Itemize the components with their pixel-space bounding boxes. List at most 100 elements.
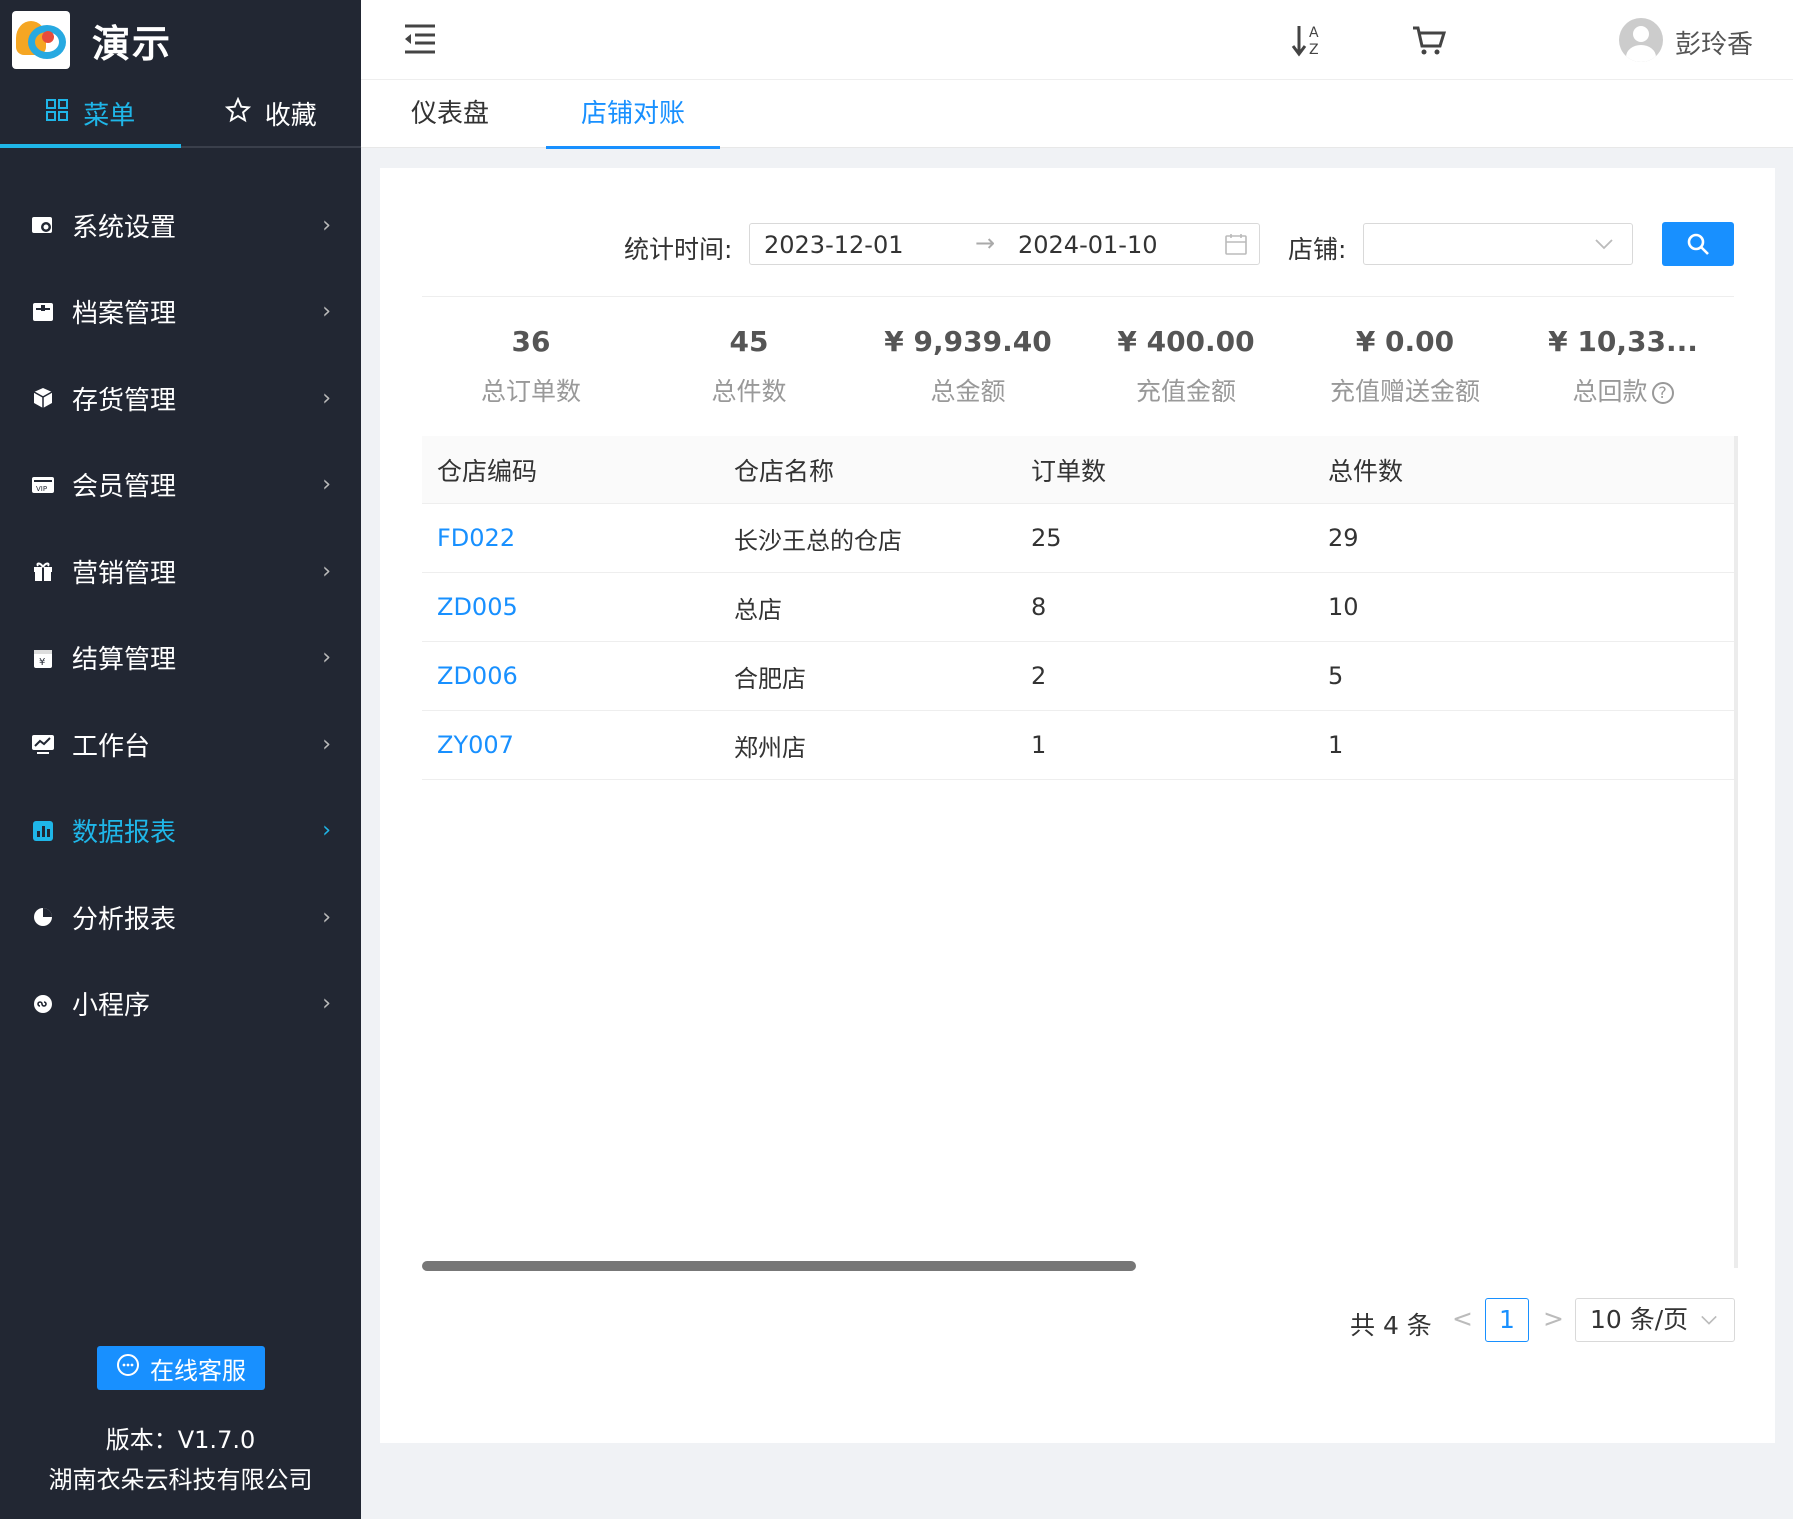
chevron-right-icon: › [322, 385, 331, 411]
stat-label: 总件数 [711, 377, 787, 406]
chevron-right-icon: › [322, 645, 331, 671]
monitor-chart-icon [30, 731, 56, 757]
store-label: 店铺: [1288, 235, 1347, 264]
order-count: 25 [1031, 524, 1062, 552]
stat-value: ¥ 400.00 [1117, 325, 1255, 358]
chevron-right-icon: › [322, 904, 331, 930]
horizontal-scrollbar[interactable] [422, 1261, 1136, 1271]
page-tabs: 仪表盘 店铺对账 [361, 80, 1793, 149]
stat-value: ¥ 9,939.40 [884, 325, 1052, 358]
date-range-picker[interactable]: 2023-12-01 → 2024-01-10 [749, 223, 1260, 265]
pagination-next-button[interactable]: > [1543, 1304, 1564, 1348]
chevron-right-icon: › [322, 818, 331, 844]
divider [422, 296, 1734, 297]
column-header: 仓店名称 [734, 456, 835, 486]
settings-icon [30, 212, 56, 238]
brand: 演示 [0, 0, 361, 80]
start-date[interactable]: 2023-12-01 [764, 231, 903, 259]
cart-icon[interactable] [1409, 20, 1449, 60]
side-tab-favorites-label: 收藏 [264, 100, 317, 131]
summary-stats: 36 总订单数 45 总件数 ¥ 9,939.40 总金额 ¥ 400.00 充… [422, 318, 1734, 418]
svg-text:¥: ¥ [39, 657, 45, 668]
pagination-total: 共 4 条 [1350, 1311, 1432, 1340]
chat-icon [116, 1353, 140, 1383]
menu-item-system-settings[interactable]: 系统设置 › [0, 182, 361, 269]
item-count: 10 [1328, 593, 1359, 621]
sidebar: 演示 菜单 收藏 系统设置 › 档案管理 › 存货管理 › VIP 会员管理 ›… [0, 0, 361, 1519]
search-button[interactable] [1662, 222, 1734, 266]
menu-item-archive[interactable]: 档案管理 › [0, 269, 361, 356]
store-code-link[interactable]: ZD006 [422, 662, 719, 690]
menu-item-label: 档案管理 [72, 299, 177, 330]
store-select[interactable] [1363, 223, 1633, 265]
stat-value: 45 [729, 325, 769, 358]
brand-name: 演示 [92, 21, 173, 66]
menu-item-data-reports[interactable]: 数据报表 › [0, 788, 361, 875]
table-row: ZD006 合肥店 2 5 [422, 642, 1734, 711]
vip-card-icon: VIP [30, 472, 56, 498]
report-card: 统计时间: 2023-12-01 → 2024-01-10 店铺: 36 总订单… [380, 168, 1775, 1443]
stat-value: 36 [511, 325, 551, 358]
time-range-label: 统计时间: [624, 235, 733, 264]
menu-item-label: 数据报表 [72, 818, 177, 849]
tab-store-reconciliation[interactable]: 店铺对账 [545, 80, 721, 149]
vertical-scrollbar[interactable] [1734, 436, 1738, 1268]
store-code-link[interactable]: ZD005 [422, 593, 719, 621]
star-icon [224, 96, 251, 130]
pie-chart-icon [30, 904, 56, 930]
sort-az-icon[interactable]: AZ [1289, 20, 1329, 60]
page-size-select[interactable]: 10 条/页 [1575, 1298, 1735, 1342]
chevron-right-icon: › [322, 558, 331, 584]
menu-item-label: 工作台 [72, 731, 151, 762]
range-separator: → [975, 229, 996, 257]
menu-item-settlement[interactable]: ¥ 结算管理 › [0, 615, 361, 702]
item-count: 1 [1328, 731, 1344, 759]
help-icon[interactable]: ? [1651, 382, 1674, 404]
column-header: 订单数 [1031, 456, 1107, 486]
chevron-right-icon: › [322, 299, 331, 325]
store-code-link[interactable]: ZY007 [422, 731, 719, 759]
tab-dashboard[interactable]: 仪表盘 [411, 80, 489, 148]
grid-icon [45, 98, 69, 129]
menu-item-inventory[interactable]: 存货管理 › [0, 355, 361, 442]
pagination-page-button[interactable]: 1 [1485, 1298, 1529, 1342]
calendar-yen-icon: ¥ [30, 645, 56, 671]
online-service-button[interactable]: 在线客服 [97, 1346, 265, 1390]
table-header: 仓店编码 仓店名称 订单数 总件数 [422, 436, 1734, 504]
username[interactable]: 彭玲香 [1675, 24, 1753, 61]
mini-program-icon [30, 991, 56, 1017]
bar-chart-icon [30, 818, 56, 844]
menu-item-members[interactable]: VIP 会员管理 › [0, 442, 361, 529]
side-tab-favorites[interactable]: 收藏 [181, 80, 362, 146]
side-tab-menu[interactable]: 菜单 [0, 80, 181, 148]
end-date[interactable]: 2024-01-10 [1018, 231, 1157, 259]
gift-icon [30, 558, 56, 584]
menu-item-workbench[interactable]: 工作台 › [0, 701, 361, 788]
menu-item-analysis-reports[interactable]: 分析报表 › [0, 874, 361, 961]
pagination-prev-button[interactable]: < [1452, 1304, 1473, 1348]
store-name: 郑州店 [734, 733, 806, 762]
stat-total-orders: 36 总订单数 [422, 318, 640, 408]
stat-label-wrap: 总回款? [1514, 372, 1732, 408]
stat-label: 总回款 [1572, 377, 1648, 406]
svg-text:VIP: VIP [36, 485, 47, 493]
menu-item-label: 小程序 [72, 991, 151, 1022]
collapse-menu-icon[interactable] [403, 22, 437, 56]
store-code-link[interactable]: FD022 [422, 524, 719, 552]
chevron-right-icon: › [322, 212, 331, 238]
item-count: 29 [1328, 524, 1359, 552]
menu-item-label: 会员管理 [72, 472, 177, 503]
store-name: 总店 [734, 595, 782, 624]
store-name: 合肥店 [734, 664, 806, 693]
box-icon [30, 385, 56, 411]
logo [12, 11, 70, 69]
user-avatar[interactable] [1619, 18, 1663, 62]
stat-label: 总金额 [930, 377, 1006, 406]
menu-item-marketing[interactable]: 营销管理 › [0, 528, 361, 615]
menu-item-mini-program[interactable]: 小程序 › [0, 961, 361, 1048]
column-header: 仓店编码 [437, 456, 538, 486]
stat-total-amount: ¥ 9,939.40 总金额 [859, 318, 1077, 408]
menu-item-label: 营销管理 [72, 558, 177, 589]
stat-label: 充值赠送金额 [1329, 377, 1480, 406]
side-tabs: 菜单 收藏 [0, 80, 361, 148]
